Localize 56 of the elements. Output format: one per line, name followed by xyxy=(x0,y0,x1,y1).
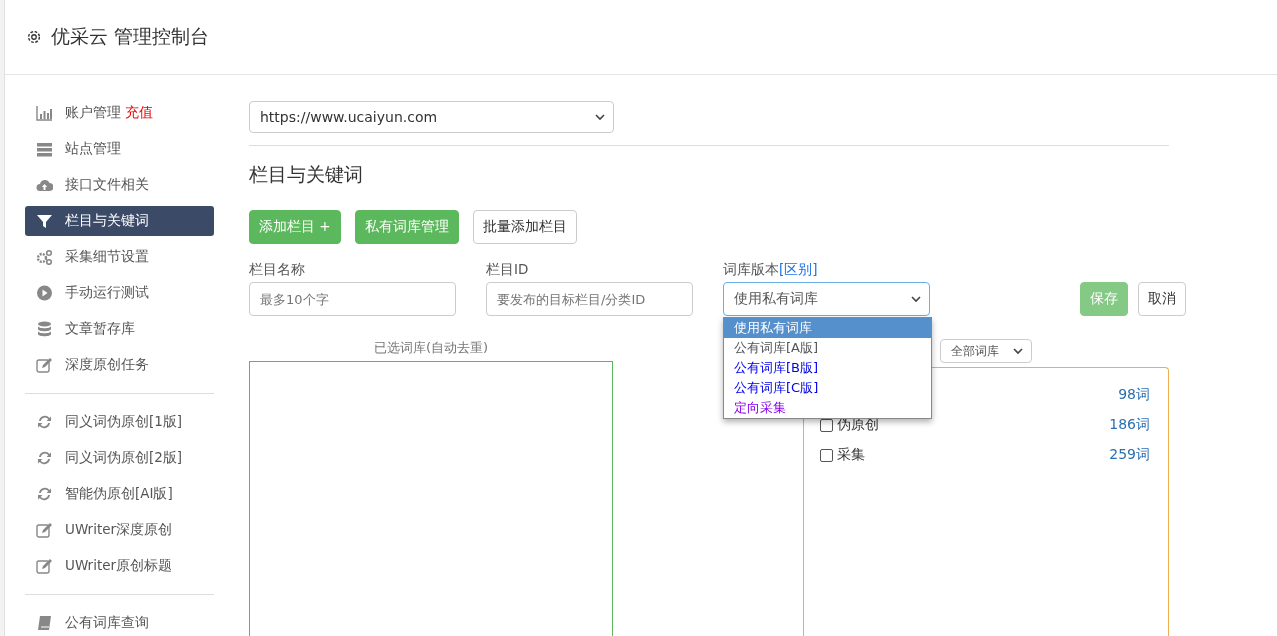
difference-link[interactable]: [区别] xyxy=(779,261,818,277)
cloud-upload-icon xyxy=(36,177,53,193)
version-select[interactable]: 使用私有词库 xyxy=(723,282,930,316)
sidebar-item[interactable]: 站点管理 xyxy=(25,134,214,164)
refresh-icon xyxy=(36,414,53,430)
sidebar-item[interactable]: 账户管理 充值 xyxy=(25,98,214,128)
sidebar-item[interactable]: 同义词伪原创[1版] xyxy=(25,407,214,437)
field-label: 词库版本 xyxy=(723,261,779,277)
book-icon xyxy=(36,615,53,631)
sidebar-item[interactable]: UWriter原创标题 xyxy=(25,551,214,581)
sidebar-item[interactable]: 文章暂存库 xyxy=(25,314,214,344)
gears-icon xyxy=(36,249,53,265)
checkbox[interactable] xyxy=(820,448,833,462)
sidebar-item[interactable]: 智能伪原创[AI版] xyxy=(25,479,214,509)
sidebar-item[interactable]: UWriter深度原创 xyxy=(25,515,214,545)
database-icon xyxy=(36,321,53,337)
action-button[interactable]: 批量添加栏目 xyxy=(472,210,577,244)
cancel-button[interactable]: 取消 xyxy=(1138,282,1186,316)
dropdown-option[interactable]: 公有词库[B版] xyxy=(724,358,931,378)
edit-icon xyxy=(36,522,53,538)
sidebar-item[interactable]: 同义词伪原创[2版] xyxy=(25,443,214,473)
library-name: 采集 xyxy=(837,446,865,464)
input-field[interactable]: 要发布的目标栏目/分类ID xyxy=(486,282,693,316)
dropdown-option[interactable]: 公有词库[A版] xyxy=(724,338,931,358)
panel-title: 已选词库(自动去重) xyxy=(373,339,489,357)
field-label: 栏目ID xyxy=(486,261,530,279)
dropdown-option[interactable]: 公有词库[C版] xyxy=(724,378,931,398)
field-label: 栏目名称 xyxy=(249,261,306,279)
server-icon xyxy=(36,141,53,157)
play-icon xyxy=(36,285,53,301)
caret-icon xyxy=(595,113,605,121)
word-count: 259词 xyxy=(1109,446,1150,464)
sidebar-item[interactable]: 公有词库查询 xyxy=(25,608,214,636)
library-filter-select[interactable]: 全部词库 xyxy=(940,339,1032,363)
sidebar-item[interactable]: 深度原创任务 xyxy=(25,350,214,380)
recharge-badge[interactable]: 充值 xyxy=(125,104,153,122)
sidebar-item[interactable]: 采集细节设置 xyxy=(25,242,214,272)
word-count: 186词 xyxy=(1109,416,1150,434)
caret-icon xyxy=(911,295,921,303)
filter-icon xyxy=(36,213,53,229)
caret-icon xyxy=(1013,347,1023,355)
input-field[interactable]: 最多10个字 xyxy=(249,282,456,316)
section-title: 栏目与关键词 xyxy=(249,162,364,187)
dropdown-option[interactable]: 定向采集 xyxy=(724,398,931,418)
refresh-icon xyxy=(36,450,53,466)
word-count: 98词 xyxy=(1118,386,1150,404)
chart-icon xyxy=(36,105,53,121)
edit-icon xyxy=(36,558,53,574)
sidebar-item[interactable]: 栏目与关键词 xyxy=(25,206,214,236)
gear-icon xyxy=(25,28,43,46)
edit-icon xyxy=(36,357,53,373)
refresh-icon xyxy=(36,486,53,502)
sidebar-item[interactable]: 接口文件相关 xyxy=(25,170,214,200)
page-title: 优采云 管理控制台 xyxy=(51,24,210,49)
site-select[interactable]: https://www.ucaiyun.com xyxy=(249,101,614,133)
sidebar-item[interactable]: 手动运行测试 xyxy=(25,278,214,308)
